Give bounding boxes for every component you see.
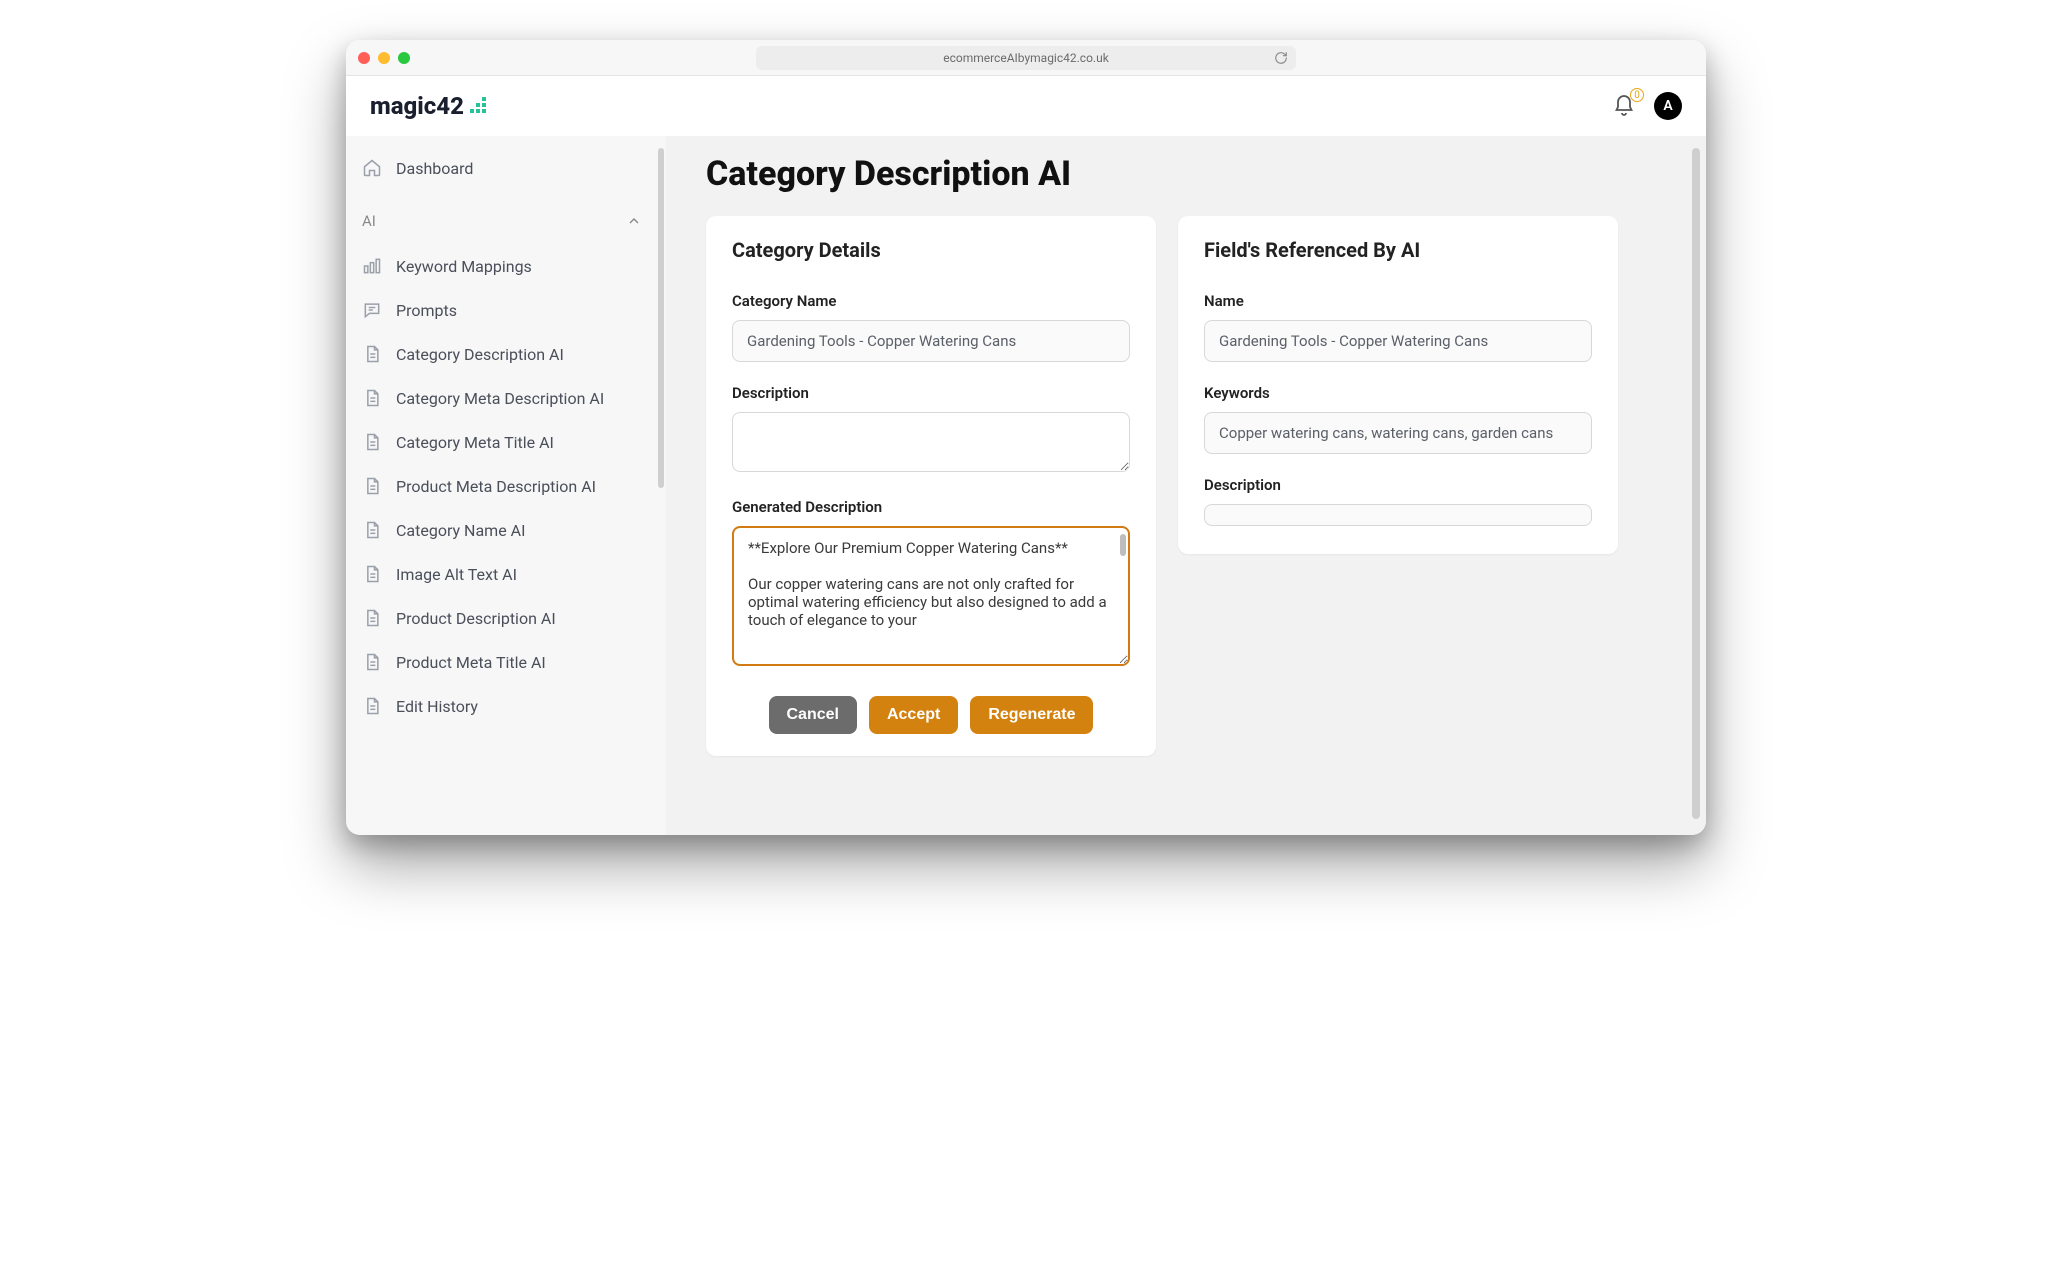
referenced-fields-card: Field's Referenced By AI Name Keywords D… <box>1178 216 1618 554</box>
label-generated-description: Generated Description <box>732 498 1130 516</box>
window-minimize-button[interactable] <box>378 52 390 64</box>
app-body: Dashboard AI Keyword Mappings <box>346 136 1706 835</box>
sidebar-item-label: Category Meta Title AI <box>396 433 554 452</box>
sidebar-item-label: Category Meta Description AI <box>396 389 604 408</box>
document-icon <box>362 520 382 540</box>
sidebar-item-label: Product Description AI <box>396 609 556 628</box>
card-heading: Category Details <box>732 238 1130 262</box>
sidebar-item-label: Product Meta Description AI <box>396 477 596 496</box>
notifications-button[interactable]: 0 <box>1612 94 1636 118</box>
sidebar-item-category-description-ai[interactable]: Category Description AI <box>346 332 658 376</box>
sidebar-item-dashboard[interactable]: Dashboard <box>346 146 658 190</box>
document-icon <box>362 696 382 716</box>
input-ref-description[interactable] <box>1204 504 1592 526</box>
sidebar-item-label: Edit History <box>396 697 478 716</box>
actions-row: Cancel Accept Regenerate <box>732 696 1130 734</box>
label-description: Description <box>732 384 1130 402</box>
sidebar-item-label: Keyword Mappings <box>396 257 532 276</box>
field-ref-name: Name <box>1204 292 1592 362</box>
sidebar-item-label: Image Alt Text AI <box>396 565 517 584</box>
app-root: magic42 0 A <box>346 76 1706 835</box>
sidebar: Dashboard AI Keyword Mappings <box>346 136 666 835</box>
input-ref-name[interactable] <box>1204 320 1592 362</box>
document-icon <box>362 476 382 496</box>
sidebar-item-label: Category Description AI <box>396 345 564 364</box>
field-ref-description: Description <box>1204 476 1592 526</box>
browser-window: ecommerceAIbymagic42.co.uk magic42 0 A <box>346 40 1706 835</box>
document-icon <box>362 608 382 628</box>
sidebar-item-edit-history[interactable]: Edit History <box>346 684 658 728</box>
sidebar-scrollbar[interactable] <box>658 148 664 488</box>
window-controls <box>358 52 410 64</box>
field-ref-keywords: Keywords <box>1204 384 1592 454</box>
sidebar-item-label: Dashboard <box>396 159 473 178</box>
sidebar-item-category-meta-description-ai[interactable]: Category Meta Description AI <box>346 376 658 420</box>
sidebar-item-label: Category Name AI <box>396 521 525 540</box>
textarea-scrollbar-thumb[interactable] <box>1120 534 1126 556</box>
brand-logo[interactable]: magic42 <box>370 92 492 120</box>
main-content: Category Description AI Category Details… <box>666 136 1706 835</box>
message-icon <box>362 300 382 320</box>
sidebar-item-category-meta-title-ai[interactable]: Category Meta Title AI <box>346 420 658 464</box>
document-icon <box>362 652 382 672</box>
header-tools: 0 A <box>1612 92 1682 120</box>
bar-chart-icon <box>362 256 382 276</box>
field-category-name: Category Name <box>732 292 1130 362</box>
browser-url-bar[interactable]: ecommerceAIbymagic42.co.uk <box>756 46 1296 70</box>
sidebar-item-label: Product Meta Title AI <box>396 653 546 672</box>
label-ref-keywords: Keywords <box>1204 384 1592 402</box>
window-fullscreen-button[interactable] <box>398 52 410 64</box>
browser-titlebar: ecommerceAIbymagic42.co.uk <box>346 40 1706 76</box>
cancel-button[interactable]: Cancel <box>769 696 857 734</box>
card-heading: Field's Referenced By AI <box>1204 238 1592 262</box>
browser-url-text: ecommerceAIbymagic42.co.uk <box>943 51 1109 65</box>
document-icon <box>362 432 382 452</box>
document-icon <box>362 564 382 584</box>
document-icon <box>362 344 382 364</box>
main-scrollbar[interactable] <box>1692 148 1700 819</box>
page-title: Category Description AI <box>706 154 1666 194</box>
window-close-button[interactable] <box>358 52 370 64</box>
field-description: Description <box>732 384 1130 476</box>
textarea-generated-description[interactable] <box>732 526 1130 666</box>
brand-mark-icon <box>470 97 492 115</box>
label-category-name: Category Name <box>732 292 1130 310</box>
sidebar-item-product-description-ai[interactable]: Product Description AI <box>346 596 658 640</box>
category-details-card: Category Details Category Name Descripti… <box>706 216 1156 756</box>
sidebar-item-prompts[interactable]: Prompts <box>346 288 658 332</box>
label-ref-description: Description <box>1204 476 1592 494</box>
cards-row: Category Details Category Name Descripti… <box>706 216 1666 756</box>
document-icon <box>362 388 382 408</box>
avatar-initial: A <box>1663 98 1672 114</box>
brand-name: magic42 <box>370 92 464 120</box>
sidebar-item-product-meta-title-ai[interactable]: Product Meta Title AI <box>346 640 658 684</box>
avatar[interactable]: A <box>1654 92 1682 120</box>
accept-button[interactable]: Accept <box>869 696 958 734</box>
input-category-name[interactable] <box>732 320 1130 362</box>
sidebar-item-category-name-ai[interactable]: Category Name AI <box>346 508 658 552</box>
input-ref-keywords[interactable] <box>1204 412 1592 454</box>
regenerate-button[interactable]: Regenerate <box>970 696 1093 734</box>
sidebar-item-image-alt-text-ai[interactable]: Image Alt Text AI <box>346 552 658 596</box>
sidebar-section-label: AI <box>362 212 376 230</box>
sidebar-item-label: Prompts <box>396 301 457 320</box>
app-header: magic42 0 A <box>346 76 1706 136</box>
field-generated-description: Generated Description <box>732 498 1130 670</box>
chevron-up-icon <box>626 213 642 229</box>
sidebar-item-product-meta-description-ai[interactable]: Product Meta Description AI <box>346 464 658 508</box>
textarea-description[interactable] <box>732 412 1130 472</box>
label-ref-name: Name <box>1204 292 1592 310</box>
notification-badge: 0 <box>1630 88 1644 102</box>
sidebar-item-keyword-mappings[interactable]: Keyword Mappings <box>346 244 658 288</box>
home-icon <box>362 158 382 178</box>
reload-icon[interactable] <box>1274 51 1288 65</box>
sidebar-section-ai[interactable]: AI <box>346 190 658 244</box>
